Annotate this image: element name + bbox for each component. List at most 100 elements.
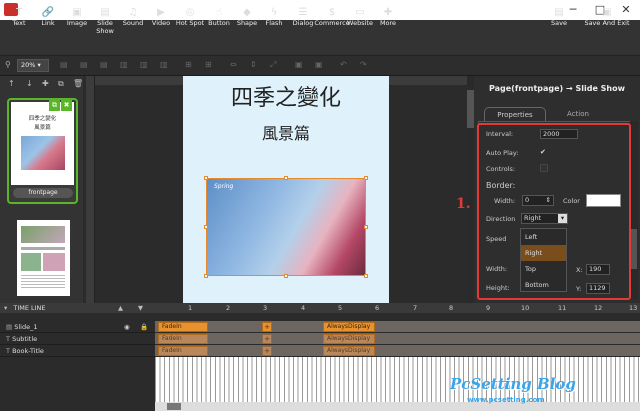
resize-handle-n[interactable] [284,176,288,180]
panel-scroll-thumb[interactable] [631,229,637,269]
commerce-tool-button[interactable]: $ Commerce [314,6,350,34]
tick-9: 9 [486,304,491,312]
resize-handle-w[interactable] [204,225,208,229]
timeline-scrollbar[interactable] [155,402,640,411]
same-width-icon[interactable]: ⇔ [230,60,237,69]
move-down-icon[interactable]: ▼ [138,303,143,313]
keyframe-add-icon[interactable]: + [262,346,272,356]
undo-icon[interactable]: ↶ [340,60,347,69]
save-button[interactable]: ▤ Save [548,6,570,34]
clip-always-display[interactable]: AlwaysDisplay [323,334,375,344]
more-tool-button[interactable]: ✚ More [377,6,399,34]
clip-fadein[interactable]: FadeIn [158,346,208,356]
thumb2-line [21,247,65,250]
thumb2-img-right [43,253,65,271]
video-tool-button[interactable]: ▶ Video [150,6,172,34]
move-up-icon[interactable]: ▲ [118,303,123,313]
page-name-label: frontpage [13,188,73,198]
subtitle-text[interactable]: 風景篇 [183,120,389,144]
same-height-icon[interactable]: ⇕ [250,60,257,69]
resize-handle-e[interactable] [364,225,368,229]
hotspot-icon: ◎ [185,7,195,18]
tab-action[interactable]: Action [550,107,606,121]
align-right-icon[interactable]: ▤ [100,60,108,69]
thumbnail-preview: 四季之變化 風景篇 [11,102,74,185]
distribute-v-icon[interactable]: ⊞ [205,60,212,69]
align-top-icon[interactable]: ▥ [120,60,128,69]
hotspot-tool-button[interactable]: ◎ Hot Spot [175,6,205,34]
redo-icon[interactable]: ↷ [360,60,367,69]
trash-icon[interactable]: ✖ [61,100,72,111]
copy-page-icon[interactable]: ⧉ [58,79,64,89]
resize-handle-ne[interactable] [364,176,368,180]
copy-icon[interactable]: ⧉ [49,100,60,111]
thumb2-banner [21,226,65,243]
button-tool-button[interactable]: ☝ Button [206,6,232,34]
timeline-track-subtitle[interactable]: FadeIn + AlwaysDisplay [155,333,640,345]
panel-header: Page(frontpage) → Slide Show [488,84,626,93]
clip-fadein[interactable]: FadeIn [158,334,208,344]
timeline-scroll-thumb[interactable] [167,403,181,410]
align-center-icon[interactable]: ▤ [80,60,88,69]
dialog-tool-button[interactable]: ☰ Dialog [290,6,316,34]
clip-fadein[interactable]: FadeIn [158,322,208,332]
slideshow-element[interactable] [206,178,366,276]
timeline-row-slide[interactable]: ▤ Slide_1 ◉ 🔒 [0,321,155,333]
flash-icon: ϟ [270,7,278,18]
resize-handle-sw[interactable] [204,274,208,278]
zoom-select[interactable]: 20% ▾ [17,59,49,72]
timeline-ruler: 1 2 3 4 5 6 7 8 9 10 11 12 13 [155,303,640,313]
slideshow-tool-button[interactable]: ▤ Slide Show [88,6,122,35]
canvas-scrollbar[interactable] [467,76,474,303]
save-and-exit-button[interactable]: ▣ Save And Exit [582,6,632,34]
shape-tool-button[interactable]: ◆ Shape [235,6,259,34]
timeline-track-slide[interactable]: FadeIn + AlwaysDisplay [155,321,640,333]
link-tool-button[interactable]: 🔗 Link [37,6,59,34]
panel-scrollbar[interactable] [630,121,638,299]
timeline-track-book-title[interactable]: FadeIn + AlwaysDisplay [155,345,640,357]
arrow-up-icon[interactable]: ↑ [8,79,15,88]
pointer-icon: ☝ [215,7,223,18]
sound-tool-button[interactable]: ♫ Sound [122,6,144,34]
distribute-h-icon[interactable]: ⊞ [185,60,192,69]
align-bottom-icon[interactable]: ▥ [160,60,168,69]
add-page-icon[interactable]: ✚ [42,79,49,88]
scroll-thumb[interactable] [467,90,474,128]
search-icon[interactable]: ⚲ [5,60,11,69]
timeline-row-book-title[interactable]: T Book-Title [0,345,155,357]
arrow-down-icon[interactable]: ↓ [26,79,33,88]
image-tool-button[interactable]: ▣ Image [65,6,89,34]
tab-properties[interactable]: Properties [484,107,546,121]
keyframe-add-icon[interactable]: + [262,334,272,344]
clip-always-display[interactable]: AlwaysDisplay [323,322,375,332]
same-size-icon[interactable]: ⤢ [270,60,276,70]
visibility-eye-icon[interactable]: ◉ [124,321,130,333]
website-tool-button[interactable]: ▭ Website [346,6,374,34]
resize-handle-nw[interactable] [204,176,208,180]
flash-tool-button[interactable]: ϟ Flash [263,6,285,34]
collapse-icon[interactable]: ▾ [0,304,7,312]
align-middle-icon[interactable]: ▥ [140,60,148,69]
book-title-text[interactable]: 四季之變化 [183,80,389,112]
delete-page-icon[interactable]: 🗑 [73,79,83,88]
tick-10: 10 [521,304,530,312]
align-left-icon[interactable]: ▤ [60,60,68,69]
image-icon: ▣ [72,7,82,18]
keyframe-add-icon[interactable]: + [262,322,272,332]
tick-2: 2 [226,304,231,312]
page-thumbnail-2[interactable] [17,220,70,296]
tick-12: 12 [594,304,603,312]
tick-6: 6 [375,304,380,312]
timeline-layer-list [0,357,155,411]
bring-front-icon[interactable]: ▣ [295,60,303,69]
timeline-row-subtitle[interactable]: T Subtitle [0,333,155,345]
website-icon: ▭ [355,7,365,18]
text-tool-button[interactable]: T Text [8,6,30,34]
lock-icon[interactable]: 🔒 [140,321,148,333]
video-icon: ▶ [157,7,165,18]
resize-handle-se[interactable] [364,274,368,278]
clip-always-display[interactable]: AlwaysDisplay [323,346,375,356]
thumbnail-subtitle: 風景篇 [34,125,51,131]
send-back-icon[interactable]: ▣ [315,60,323,69]
resize-handle-s[interactable] [284,274,288,278]
